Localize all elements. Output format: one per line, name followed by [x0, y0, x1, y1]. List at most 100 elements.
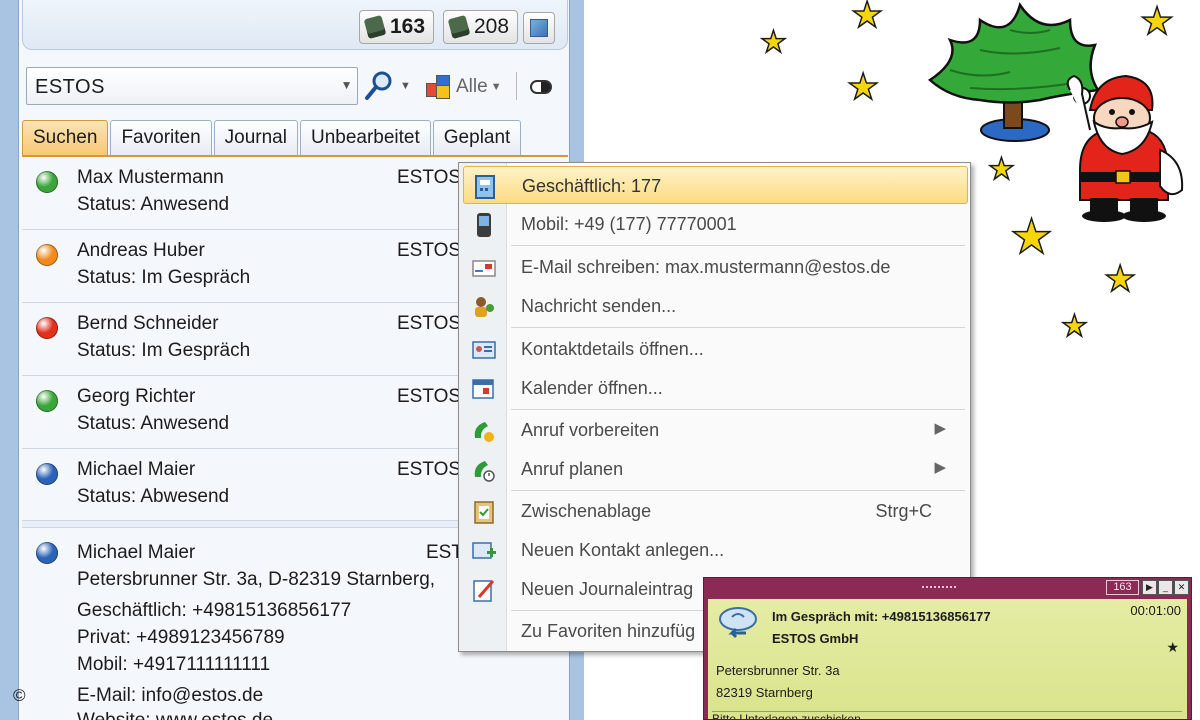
menu-item-label: Nachricht senden...: [521, 296, 677, 316]
clipboard-icon: [474, 501, 494, 524]
prepare-call-icon: [474, 422, 494, 442]
search-icon[interactable]: [364, 69, 394, 101]
star-icon[interactable]: ★: [1166, 639, 1179, 656]
menu-item-label: Anruf planen: [521, 459, 624, 479]
contact-company: ESTOS: [397, 459, 462, 480]
star-icon: ★: [846, 67, 880, 108]
filter-all-button[interactable]: Alle ▼: [424, 70, 502, 104]
chevron-right-icon: ▶: [934, 420, 946, 437]
star-icon: ★: [1103, 259, 1137, 300]
call-counter-b-value: 208: [474, 15, 510, 38]
menu-item-schedule-call[interactable]: Anruf planen ▶: [463, 450, 968, 488]
contact-name: Bernd Schneider: [77, 313, 219, 334]
call-counter-a[interactable]: 163: [359, 10, 435, 44]
call-partner: Im Gespräch mit: +49815136856177: [772, 609, 991, 624]
details-mobile-phone[interactable]: Mobil: +4917111111111: [77, 654, 270, 676]
presence-dot-icon: [36, 317, 58, 339]
contact-name: Max Mustermann: [77, 167, 224, 188]
menu-separator: [511, 490, 965, 491]
chevron-down-icon: ▼: [490, 81, 502, 93]
menu-item-new-contact[interactable]: Neuen Kontakt anlegen...: [463, 531, 968, 569]
filter-all-label: Alle: [456, 76, 488, 97]
details-private-phone[interactable]: Privat: +4989123456789: [77, 627, 285, 649]
top-panel: 163 208: [22, 0, 568, 50]
star-icon: ★: [1060, 309, 1088, 344]
tab-journal[interactable]: Journal: [213, 120, 298, 156]
contact-status: Status: Anwesend: [77, 194, 230, 215]
menu-separator: [511, 245, 965, 246]
tab-suchen[interactable]: Suchen: [22, 120, 109, 156]
search-input[interactable]: ESTOS ▼: [26, 67, 358, 105]
menu-item-shortcut: Strg+C: [875, 501, 932, 521]
menu-item-open-contact-details[interactable]: Kontaktdetails öffnen...: [463, 330, 968, 368]
favorite-icon: [471, 619, 497, 645]
chevron-down-icon[interactable]: ▼: [400, 80, 411, 92]
calendar-icon: [472, 379, 494, 399]
menu-item-label: Zwischenablage: [521, 501, 652, 521]
menu-item-send-email[interactable]: E-Mail schreiben: max.mustermann@estos.d…: [463, 248, 968, 286]
star-icon: ★: [850, 0, 884, 36]
tab-favoriten[interactable]: Favoriten: [110, 120, 212, 156]
menu-item-prepare-call[interactable]: Anruf vorbereiten ▶: [463, 411, 968, 449]
presence-toggle-icon[interactable]: [530, 80, 552, 94]
star-icon: ★: [1009, 209, 1054, 265]
copyright-mark: ©: [13, 686, 26, 705]
chevron-down-icon[interactable]: ▼: [341, 78, 353, 92]
call-notification-window[interactable]: 163 ▶ _ ✕ Im Gespräch mit: +498151368561…: [703, 577, 1192, 720]
tab-geplant[interactable]: Geplant: [432, 120, 522, 156]
notification-title-bar[interactable]: 163 ▶ _ ✕: [704, 578, 1191, 598]
details-business-phone[interactable]: Geschäftlich: +49815136856177: [77, 600, 351, 622]
menu-separator: [511, 327, 965, 328]
menu-item-label: Geschäftlich: 177: [522, 176, 662, 196]
contact-company: ESTOS: [397, 167, 462, 188]
contact-status: Status: Im Gespräch: [77, 340, 251, 361]
call-counter-a-value: 163: [390, 15, 426, 38]
view-toggle-button[interactable]: [523, 12, 555, 44]
chat-icon: [475, 297, 494, 317]
presence-dot-icon: [36, 244, 58, 266]
menu-item-label: Neuen Kontakt anlegen...: [521, 540, 725, 560]
incoming-call-icon: [719, 607, 757, 639]
contact-company: ESTOS: [397, 240, 462, 261]
chevron-right-icon: ▶: [934, 459, 946, 476]
presence-dot-icon: [36, 542, 58, 564]
menu-item-label: Neuen Journaleintrag: [521, 579, 694, 599]
call-duration: 00:01:00: [1130, 603, 1181, 618]
star-icon: ★: [759, 25, 787, 60]
minimize-icon[interactable]: _: [1158, 580, 1173, 595]
email-icon: [472, 260, 496, 277]
details-address: Petersbrunner Str. 3a, D-82319 Starnberg…: [77, 569, 436, 590]
tab-unbearbeitet[interactable]: Unbearbeitet: [299, 120, 431, 156]
menu-item-mobile-call[interactable]: Mobil: +49 (177) 77770001: [463, 205, 968, 243]
star-icon: ★: [987, 152, 1015, 187]
journal-icon: [473, 580, 495, 602]
menu-item-open-calendar[interactable]: Kalender öffnen...: [463, 369, 968, 407]
menu-item-send-message[interactable]: Nachricht senden...: [463, 287, 968, 325]
close-icon[interactable]: ✕: [1174, 580, 1189, 595]
call-address-line1: Petersbrunner Str. 3a: [716, 663, 840, 678]
menu-item-label: Kontaktdetails öffnen...: [521, 339, 704, 359]
menu-item-business-call[interactable]: Geschäftlich: 177: [463, 166, 968, 204]
mobile-phone-icon: [477, 213, 491, 237]
presence-dot-icon: [36, 171, 58, 193]
menu-item-label: Zu Favoriten hinzufüg: [521, 621, 696, 641]
schedule-call-icon: [474, 461, 495, 482]
pin-icon[interactable]: ▶: [1142, 580, 1157, 595]
details-website[interactable]: Website: www.estos.de: [77, 710, 273, 720]
business-phone-icon: [475, 175, 495, 199]
menu-item-clipboard[interactable]: Zwischenablage Strg+C: [463, 492, 968, 530]
contact-company: ESTOS: [397, 313, 462, 334]
contact-status: Status: Anwesend: [77, 413, 230, 434]
details-name: Michael Maier: [77, 542, 196, 563]
notification-counter: 163: [1106, 580, 1139, 595]
santa-claus-icon: [1066, 74, 1184, 222]
call-note[interactable]: Bitte Unterlagen zuschicken: [712, 711, 1182, 719]
call-address-line2: 82319 Starnberg: [716, 685, 813, 700]
call-counter-b[interactable]: 208: [443, 10, 519, 44]
drag-grip[interactable]: [922, 586, 956, 589]
details-email[interactable]: E-Mail: info@estos.de: [77, 685, 263, 707]
menu-item-label: Mobil: +49 (177) 77770001: [521, 214, 737, 234]
contact-name: Georg Richter: [77, 386, 196, 407]
menu-separator: [511, 409, 965, 410]
window-icon: [530, 19, 548, 37]
